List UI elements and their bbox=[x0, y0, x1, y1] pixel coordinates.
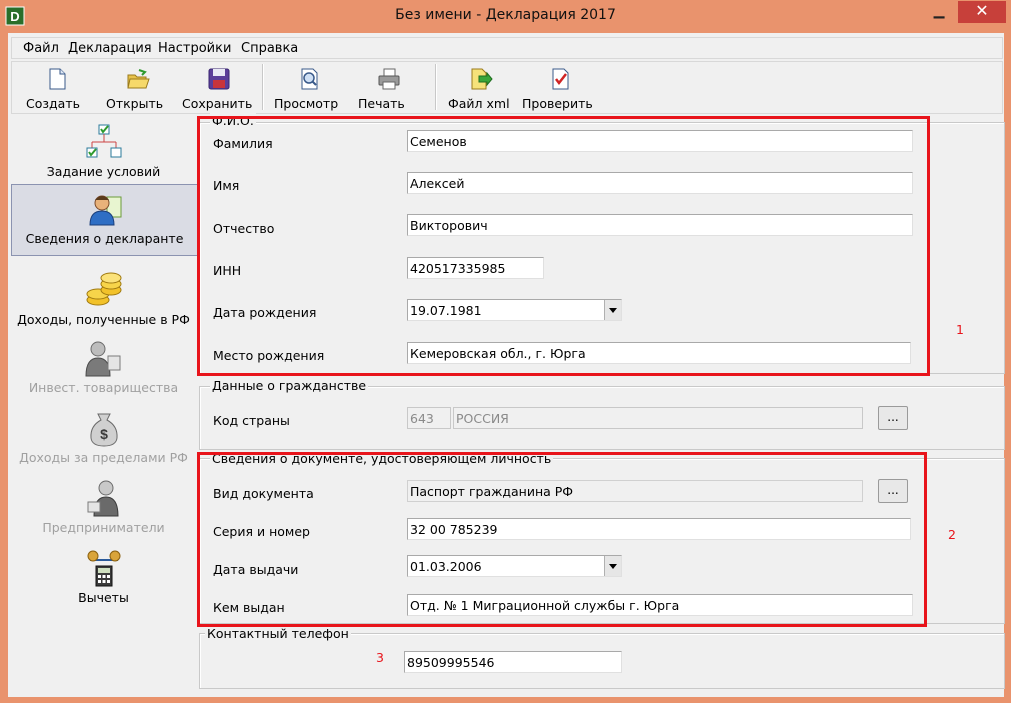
printer-icon bbox=[378, 68, 400, 90]
open-button[interactable]: Открыть bbox=[106, 64, 170, 112]
magnifier-document-icon bbox=[301, 68, 318, 90]
check-document-icon bbox=[552, 68, 569, 90]
print-button[interactable]: Печать bbox=[358, 64, 420, 112]
nav-item-invest[interactable]: Инвест. товарищества bbox=[11, 334, 196, 404]
save-label: Сохранить bbox=[182, 96, 253, 111]
xml-file-icon bbox=[471, 68, 493, 90]
check-button[interactable]: Проверить bbox=[522, 64, 598, 112]
xml-file-button[interactable]: Файл xml bbox=[448, 64, 512, 112]
create-button[interactable]: Создать bbox=[26, 64, 88, 112]
citizenship-group-title: Данные о гражданстве bbox=[210, 378, 369, 393]
country-code-label: Код страны bbox=[213, 413, 290, 428]
nav-label-income-abroad: Доходы за пределами РФ bbox=[19, 450, 188, 465]
toolbar: Создать Открыть Сохранить Просмотр Печат… bbox=[11, 61, 1003, 114]
toolbar-separator bbox=[435, 64, 437, 110]
nav-item-declarant[interactable]: Сведения о декларанте bbox=[11, 184, 198, 256]
create-label: Создать bbox=[26, 96, 80, 111]
window-title: Без имени - Декларация 2017 bbox=[395, 7, 616, 23]
nav-label-conditions: Задание условий bbox=[46, 164, 161, 179]
contact-group-title: Контактный телефон bbox=[205, 626, 351, 641]
open-label: Открыть bbox=[106, 96, 164, 111]
preview-button[interactable]: Просмотр bbox=[274, 64, 344, 112]
nav-item-income-abroad[interactable]: $ Доходы за пределами РФ bbox=[11, 404, 196, 474]
nav-label-entrepreneurs: Предприниматели bbox=[42, 520, 165, 535]
annotation-1: 1 bbox=[956, 322, 964, 337]
nav-item-deductions[interactable]: Вычеты bbox=[11, 544, 196, 614]
partners-icon bbox=[84, 341, 120, 377]
country-name-field: РОССИЯ bbox=[453, 407, 863, 429]
country-code-field: 643 bbox=[407, 407, 451, 429]
phone-field[interactable]: 89509995546 bbox=[404, 651, 622, 673]
minimize-button[interactable]: ▁ bbox=[925, 1, 953, 23]
open-folder-icon bbox=[127, 69, 150, 89]
close-button[interactable]: ✕ bbox=[958, 1, 1006, 23]
floppy-disk-icon bbox=[208, 68, 230, 90]
highlight-box-2 bbox=[197, 452, 927, 627]
print-label: Печать bbox=[358, 96, 405, 111]
title-bar[interactable]: D Без имени - Декларация 2017 ▁ ✕ bbox=[0, 0, 1011, 33]
menu-declaration[interactable]: Декларация bbox=[68, 41, 152, 56]
nav-label-deductions: Вычеты bbox=[78, 590, 129, 605]
toolbar-separator bbox=[262, 64, 264, 110]
menu-settings[interactable]: Настройки bbox=[158, 41, 231, 56]
nav-label-income-rf: Доходы, полученные в РФ bbox=[17, 312, 190, 327]
check-label: Проверить bbox=[522, 96, 593, 111]
nav-label-declarant: Сведения о декларанте bbox=[25, 231, 184, 246]
nav-item-entrepreneurs[interactable]: Предприниматели bbox=[11, 474, 196, 544]
menu-help[interactable]: Справка bbox=[241, 41, 298, 56]
menu-bar: Файл Декларация Настройки Справка bbox=[11, 37, 1003, 59]
highlight-box-1 bbox=[197, 116, 930, 376]
annotation-3: 3 bbox=[376, 650, 384, 665]
tree-diagram-icon bbox=[86, 124, 121, 158]
scales-calculator-icon bbox=[87, 550, 120, 587]
save-button[interactable]: Сохранить bbox=[182, 64, 256, 112]
country-browse-button[interactable]: ... bbox=[878, 406, 908, 430]
coins-icon bbox=[86, 272, 121, 306]
xml-file-label: Файл xml bbox=[448, 96, 510, 111]
preview-label: Просмотр bbox=[274, 96, 339, 111]
menu-file[interactable]: Файл bbox=[23, 41, 59, 56]
annotation-2: 2 bbox=[948, 527, 956, 542]
nav-item-income-rf[interactable]: Доходы, полученные в РФ bbox=[11, 266, 196, 336]
person-document-icon bbox=[88, 195, 121, 226]
new-file-icon bbox=[49, 68, 66, 90]
svg-text:$: $ bbox=[100, 426, 108, 442]
money-bag-icon: $ bbox=[89, 413, 118, 447]
nav-label-invest: Инвест. товарищества bbox=[28, 380, 179, 395]
businessman-icon bbox=[87, 480, 119, 517]
nav-item-conditions[interactable]: Задание условий bbox=[11, 118, 196, 188]
sidebar-nav: Задание условий Сведения о декларанте До… bbox=[11, 116, 198, 694]
